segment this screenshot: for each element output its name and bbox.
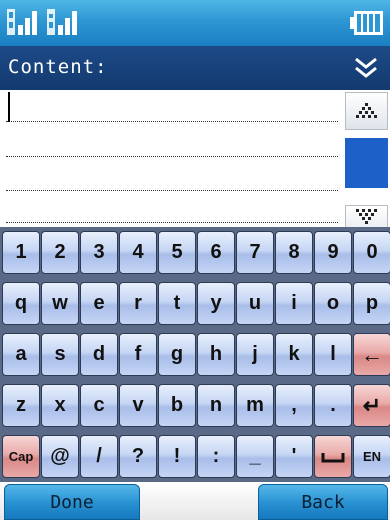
status-bar — [0, 0, 390, 46]
key-c[interactable]: c — [80, 384, 118, 427]
key-z[interactable]: z — [2, 384, 40, 427]
signal-strength-icon — [6, 6, 40, 40]
key-0[interactable]: 0 — [353, 231, 390, 274]
signal-strength-icon — [46, 6, 80, 40]
scrollbar[interactable] — [343, 90, 390, 243]
key-y[interactable]: y — [197, 282, 235, 325]
text-line — [6, 121, 338, 123]
scroll-up-button[interactable] — [345, 92, 388, 130]
text-cursor — [8, 92, 10, 122]
key-a[interactable]: a — [2, 333, 40, 376]
key-symbol-8[interactable]: . — [314, 384, 352, 427]
key-o[interactable]: o — [314, 282, 352, 325]
key-symbol-2[interactable]: / — [80, 435, 118, 478]
key-q[interactable]: q — [2, 282, 40, 325]
key-k[interactable]: k — [275, 333, 313, 376]
page-title: Content: — [8, 56, 108, 78]
key-3[interactable]: 3 — [80, 231, 118, 274]
enter-icon: ↵ — [362, 392, 382, 418]
key-9[interactable]: 9 — [314, 231, 352, 274]
key-cap[interactable]: Cap — [2, 435, 40, 478]
key-i[interactable]: i — [275, 282, 313, 325]
key-e[interactable]: e — [80, 282, 118, 325]
key-1[interactable]: 1 — [2, 231, 40, 274]
key-enter[interactable]: ↵ — [353, 384, 390, 427]
space-icon — [321, 452, 345, 462]
key-symbol-6[interactable]: _ — [236, 435, 274, 478]
key-v[interactable]: v — [119, 384, 157, 427]
scroll-up-icon — [356, 103, 377, 118]
key-d[interactable]: d — [80, 333, 118, 376]
key-j[interactable]: j — [236, 333, 274, 376]
done-button[interactable]: Done — [4, 484, 140, 520]
key-symbol-7[interactable]: , — [275, 384, 313, 427]
key-w[interactable]: w — [41, 282, 79, 325]
key-symbol-3[interactable]: ? — [119, 435, 157, 478]
key-h[interactable]: h — [197, 333, 235, 376]
key-symbol-7[interactable]: ' — [275, 435, 313, 478]
content-header: Content: — [0, 46, 390, 90]
key-5[interactable]: 5 — [158, 231, 196, 274]
key-x[interactable]: x — [41, 384, 79, 427]
backspace-icon: ← — [361, 341, 383, 367]
key-backspace[interactable]: ← — [353, 333, 390, 376]
softkey-bar: Done Back — [0, 482, 390, 520]
battery-icon — [350, 10, 384, 36]
key-en[interactable]: EN — [353, 435, 390, 478]
content-text-area[interactable] — [0, 90, 340, 225]
key-p[interactable]: p — [353, 282, 390, 325]
key-u[interactable]: u — [236, 282, 274, 325]
key-7[interactable]: 7 — [236, 231, 274, 274]
key-r[interactable]: r — [119, 282, 157, 325]
key-f[interactable]: f — [119, 333, 157, 376]
text-line — [6, 222, 338, 224]
double-chevron-down-icon[interactable] — [352, 54, 380, 82]
scroll-down-icon — [356, 209, 377, 224]
back-button[interactable]: Back — [258, 484, 388, 520]
key-symbol-4[interactable]: ! — [158, 435, 196, 478]
key-2[interactable]: 2 — [41, 231, 79, 274]
key-g[interactable]: g — [158, 333, 196, 376]
key-l[interactable]: l — [314, 333, 352, 376]
key-8[interactable]: 8 — [275, 231, 313, 274]
text-line — [6, 156, 338, 158]
key-t[interactable]: t — [158, 282, 196, 325]
text-line — [6, 190, 338, 192]
key-n[interactable]: n — [197, 384, 235, 427]
key-s[interactable]: s — [41, 333, 79, 376]
on-screen-keyboard: 1 2 3 4 5 6 7 8 9 0 q w e r t y u i o p a s d f g h j k l ← z x c v b n m,. ↵… — [0, 227, 390, 482]
key-b[interactable]: b — [158, 384, 196, 427]
key-space[interactable] — [314, 435, 352, 478]
key-m[interactable]: m — [236, 384, 274, 427]
scroll-thumb[interactable] — [345, 138, 388, 188]
key-4[interactable]: 4 — [119, 231, 157, 274]
key-symbol-5[interactable]: : — [197, 435, 235, 478]
key-symbol-1[interactable]: @ — [41, 435, 79, 478]
key-6[interactable]: 6 — [197, 231, 235, 274]
